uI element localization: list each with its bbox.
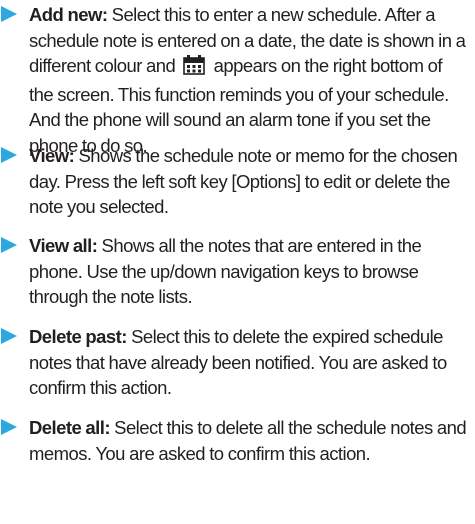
item-text: Add new: Select this to enter a new sche… [29, 2, 470, 158]
calendar-note-icon [183, 55, 206, 82]
item-term: Delete all: [29, 417, 111, 438]
list-item-add-new: Add new: Select this to enter a new sche… [0, 2, 470, 158]
item-term: View: [29, 145, 75, 166]
item-term: View all: [29, 235, 98, 256]
item-text: View all: Shows all the notes that are e… [29, 233, 470, 310]
manual-page: Add new: Select this to enter a new sche… [0, 0, 475, 524]
item-term: Add new: [29, 4, 108, 25]
bullet-arrow-icon [1, 6, 17, 22]
bullet-arrow-icon [1, 328, 17, 344]
bullet-arrow-icon [1, 147, 17, 163]
item-term: Delete past: [29, 326, 127, 347]
item-text: View: Shows the schedule note or memo fo… [29, 143, 470, 220]
list-item-view: View: Shows the schedule note or memo fo… [0, 143, 470, 220]
bullet-arrow-icon [1, 237, 17, 253]
list-item-delete-all: Delete all: Select this to delete all th… [0, 415, 470, 466]
item-description: Shows the schedule note or memo for the … [29, 145, 458, 217]
item-text: Delete past: Select this to delete the e… [29, 324, 470, 401]
bullet-arrow-icon [1, 419, 17, 435]
list-item-view-all: View all: Shows all the notes that are e… [0, 233, 470, 310]
item-text: Delete all: Select this to delete all th… [29, 415, 470, 466]
list-item-delete-past: Delete past: Select this to delete the e… [0, 324, 470, 401]
